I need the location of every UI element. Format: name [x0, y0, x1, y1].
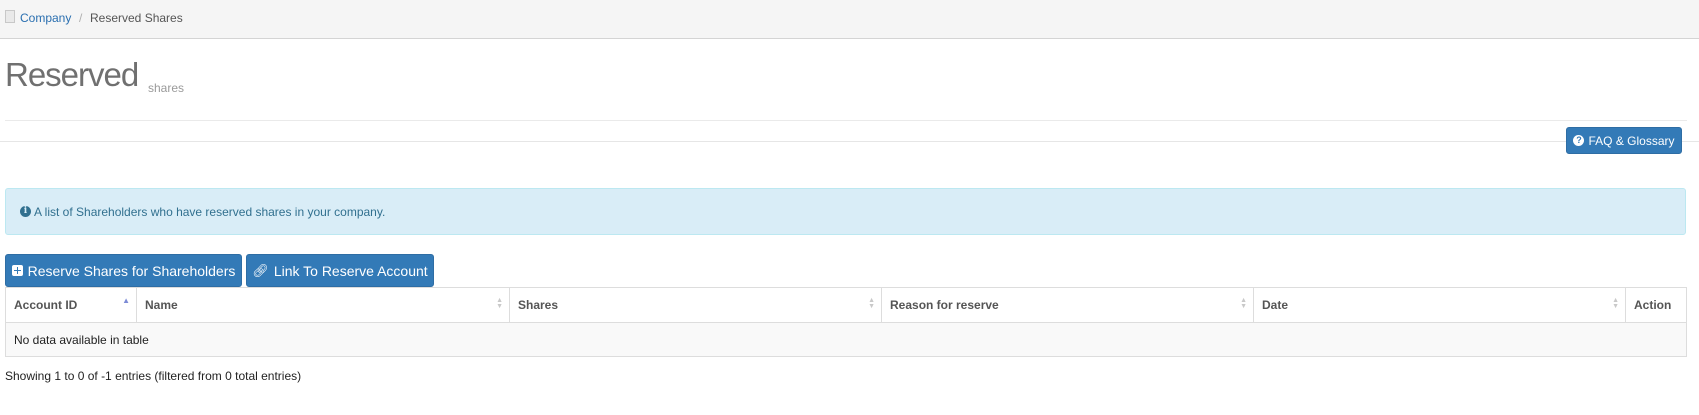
faq-glossary-label: FAQ & Glossary	[1588, 133, 1675, 148]
sort-icon: ▲ ▼	[1612, 297, 1619, 310]
column-header-date[interactable]: Date ▲ ▼	[1254, 288, 1626, 322]
divider	[0, 141, 1699, 142]
column-header-name[interactable]: Name ▲ ▼	[137, 288, 510, 322]
breadcrumb: Company / Reserved Shares	[0, 0, 1699, 39]
sort-asc-icon: ▲	[122, 296, 130, 305]
sort-icon: ▲ ▼	[868, 297, 875, 310]
faq-glossary-button[interactable]: ? FAQ & Glossary	[1566, 127, 1682, 154]
sort-icon: ▲ ▼	[496, 297, 503, 310]
info-circle-icon: i	[20, 206, 31, 217]
reserved-shares-table: Account ID ▲ Name ▲ ▼ Shares ▲ ▼ Reason fo…	[5, 287, 1687, 357]
reserve-shares-label: Reserve Shares for Shareholders	[27, 262, 236, 279]
plus-square-icon	[11, 265, 23, 276]
page-icon	[5, 10, 15, 23]
column-header-action: Action	[1634, 298, 1672, 312]
link-reserve-account-button[interactable]: 🔗︎ Link To Reserve Account	[246, 254, 434, 287]
divider	[5, 120, 1687, 121]
page-title: Reserved	[5, 56, 139, 93]
column-header-reason[interactable]: Reason for reserve ▲ ▼	[882, 288, 1254, 322]
breadcrumb-link-company[interactable]: Company	[20, 11, 71, 25]
page-subtitle: shares	[148, 81, 185, 95]
reserve-shares-button[interactable]: Reserve Shares for Shareholders	[5, 254, 242, 287]
info-alert-text: A list of Shareholders who have reserved…	[34, 205, 386, 219]
table-info: Showing 1 to 0 of -1 entries (filtered f…	[5, 369, 302, 383]
sort-icon: ▲ ▼	[1240, 297, 1247, 310]
info-alert: i A list of Shareholders who have reserv…	[5, 188, 1686, 235]
column-header-shares[interactable]: Shares ▲ ▼	[510, 288, 882, 322]
column-header-account-id[interactable]: Account ID ▲	[6, 288, 137, 322]
question-circle-icon: ?	[1573, 135, 1585, 146]
table-empty-row: No data available in table	[6, 323, 1686, 356]
link-reserve-account-label: Link To Reserve Account	[273, 262, 428, 279]
table-header: Account ID ▲ Name ▲ ▼ Shares ▲ ▼ Reason fo…	[6, 288, 1686, 323]
breadcrumb-current: Reserved Shares	[90, 11, 183, 25]
breadcrumb-separator: /	[79, 11, 83, 25]
link-icon: 🔗︎	[252, 263, 269, 278]
